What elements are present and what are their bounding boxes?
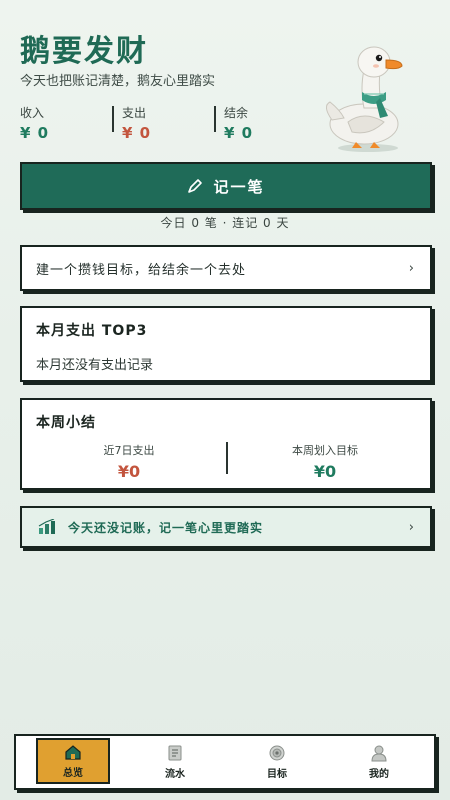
week-expense: 近7日支出 ¥0: [34, 442, 224, 481]
top3-title: 本月支出 TOP3: [36, 323, 148, 339]
stat-divider: [214, 106, 216, 132]
balance-value: ¥ 0: [224, 124, 254, 142]
app-title: 鹅要发财: [20, 34, 148, 69]
chevron-right-icon: ›: [408, 519, 414, 535]
tab-overview-label: 总览: [63, 768, 83, 779]
stat-divider: [112, 106, 114, 132]
chart-icon: [38, 519, 55, 534]
week-expense-value: ¥0: [117, 462, 141, 481]
app-subtitle: 今天也把账记清楚，鹅友心里踏实: [20, 74, 216, 89]
list-icon: [168, 745, 182, 761]
balance-stat: 结余 ¥ 0: [224, 104, 304, 142]
week-goal-label: 本周划入目标: [292, 444, 358, 457]
income-label: 收入: [20, 106, 45, 120]
tab-profile-label: 我的: [369, 769, 389, 780]
tab-goals-label: 目标: [267, 769, 287, 780]
tab-transactions[interactable]: 流水: [138, 738, 212, 786]
user-icon: [371, 745, 387, 762]
goal-card-text: 建一个攒钱目标，给结余一个去处: [36, 262, 247, 278]
tab-goals[interactable]: 目标: [240, 738, 314, 786]
top3-card: 本月支出 TOP3 本月还没有支出记录: [20, 306, 432, 382]
expense-value: ¥ 0: [122, 124, 152, 142]
tip-text: 今天还没记账，记一笔心里更踏实: [68, 520, 264, 535]
tab-transactions-label: 流水: [165, 769, 185, 780]
home-icon: [65, 745, 81, 760]
target-icon: [269, 745, 285, 761]
balance-label: 结余: [224, 106, 249, 120]
week-goal-transfer: 本周划入目标 ¥0: [230, 442, 420, 481]
record-button[interactable]: 记一笔: [20, 162, 432, 210]
today-stats: 今日 0 笔 · 连记 0 天: [160, 216, 290, 230]
top3-empty-text: 本月还没有支出记录: [36, 358, 154, 373]
income-value: ¥ 0: [20, 124, 50, 142]
expense-label: 支出: [122, 106, 147, 120]
goose-mascot-icon: [326, 46, 403, 152]
tab-profile[interactable]: 我的: [342, 738, 416, 786]
goal-card[interactable]: 建一个攒钱目标，给结余一个去处 ›: [20, 245, 432, 291]
tab-overview[interactable]: 总览: [36, 738, 110, 784]
week-summary-title: 本周小结: [36, 415, 96, 431]
record-button-label: 记一笔: [213, 177, 265, 196]
expense-stat: 支出 ¥ 0: [122, 104, 202, 142]
tip-card[interactable]: 今天还没记账，记一笔心里更踏实 ›: [20, 506, 432, 548]
week-summary-card: 本周小结 近7日支出 ¥0 本周划入目标 ¥0: [20, 398, 432, 490]
week-goal-value: ¥0: [313, 462, 337, 481]
bottom-tab-bar: 总览 流水 目标 我的: [14, 734, 436, 790]
week-divider: [226, 442, 228, 474]
pencil-icon: [188, 179, 203, 193]
header: 鹅要发财 今天也把账记清楚，鹅友心里踏实 收入 ¥ 0 支出 ¥ 0 结余 ¥ …: [0, 0, 450, 152]
income-stat: 收入 ¥ 0: [20, 104, 100, 142]
week-expense-label: 近7日支出: [103, 444, 155, 457]
chevron-right-icon: ›: [408, 260, 414, 276]
